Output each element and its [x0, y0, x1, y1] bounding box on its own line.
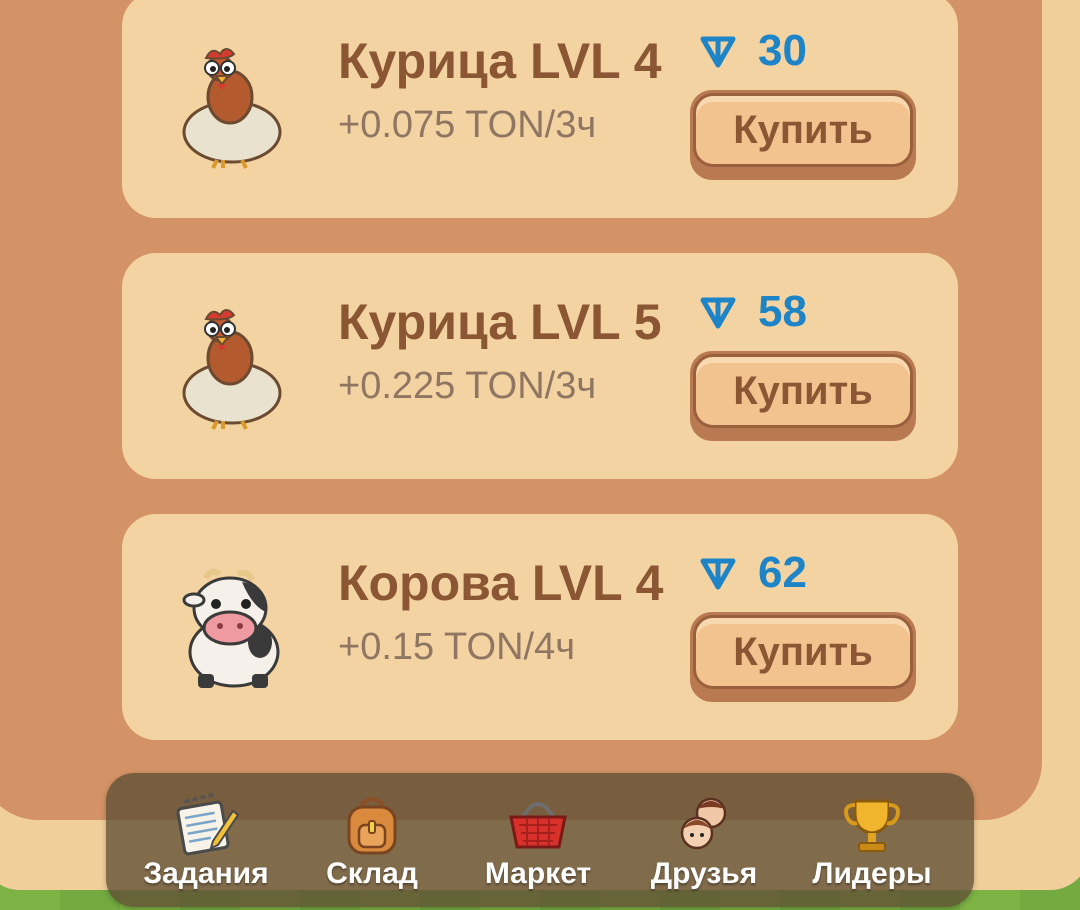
item-income: +0.15 TON/4ч: [338, 626, 576, 668]
price-value: 62: [758, 548, 807, 597]
item-title: Курица LVL 4: [338, 33, 662, 89]
nav-label: Друзья: [650, 857, 758, 890]
buy-button[interactable]: Купить: [690, 351, 916, 441]
buy-button-label: Купить: [693, 354, 913, 428]
ton-icon: [700, 297, 736, 329]
buy-button[interactable]: Купить: [690, 612, 916, 702]
item-income: +0.225 TON/3ч: [338, 365, 597, 407]
nav-item-leaders[interactable]: Лидеры: [792, 773, 952, 907]
price-value: 30: [758, 26, 807, 75]
item-title: Корова LVL 4: [338, 555, 664, 611]
price-value: 58: [758, 287, 807, 336]
nav-label: Маркет: [484, 857, 592, 890]
nav-label: Лидеры: [812, 857, 932, 890]
buy-button-label: Купить: [693, 93, 913, 167]
trophy-icon: [844, 799, 900, 852]
notepad-icon: [176, 792, 239, 856]
nav-item-market[interactable]: Маркет: [458, 773, 618, 907]
chicken-icon: [182, 48, 282, 169]
item-price: 62: [698, 548, 807, 598]
nav-label: Склад: [326, 857, 418, 890]
basket-icon: [509, 802, 567, 849]
ton-icon: [700, 558, 736, 590]
shop-item-card: Курица LVL 4 +0.075 TON/3ч 30 Купить: [122, 0, 958, 218]
shop-item-card: Корова LVL 4 +0.15 TON/4ч 62 Купить: [122, 514, 958, 740]
friends-icon: [680, 797, 727, 850]
buy-button-label: Купить: [693, 615, 913, 689]
nav-item-storage[interactable]: Склад: [292, 773, 452, 907]
buy-button[interactable]: Купить: [690, 90, 916, 180]
item-income: +0.075 TON/3ч: [338, 104, 597, 146]
item-price: 30: [698, 26, 807, 76]
item-title: Курица LVL 5: [338, 294, 662, 350]
nav-label: Задания: [143, 857, 269, 890]
bottom-nav: Задания Склад Маркет Друзья Лидеры: [106, 773, 974, 907]
nav-item-friends[interactable]: Друзья: [624, 773, 784, 907]
backpack-icon: [347, 797, 397, 855]
item-price: 58: [698, 287, 807, 337]
nav-item-tasks[interactable]: Задания: [126, 773, 286, 907]
cow-icon: [182, 568, 280, 688]
ton-icon: [700, 36, 736, 68]
shop-item-card: Курица LVL 5 +0.225 TON/3ч 58 Купить: [122, 253, 958, 479]
chicken-icon: [182, 309, 282, 430]
